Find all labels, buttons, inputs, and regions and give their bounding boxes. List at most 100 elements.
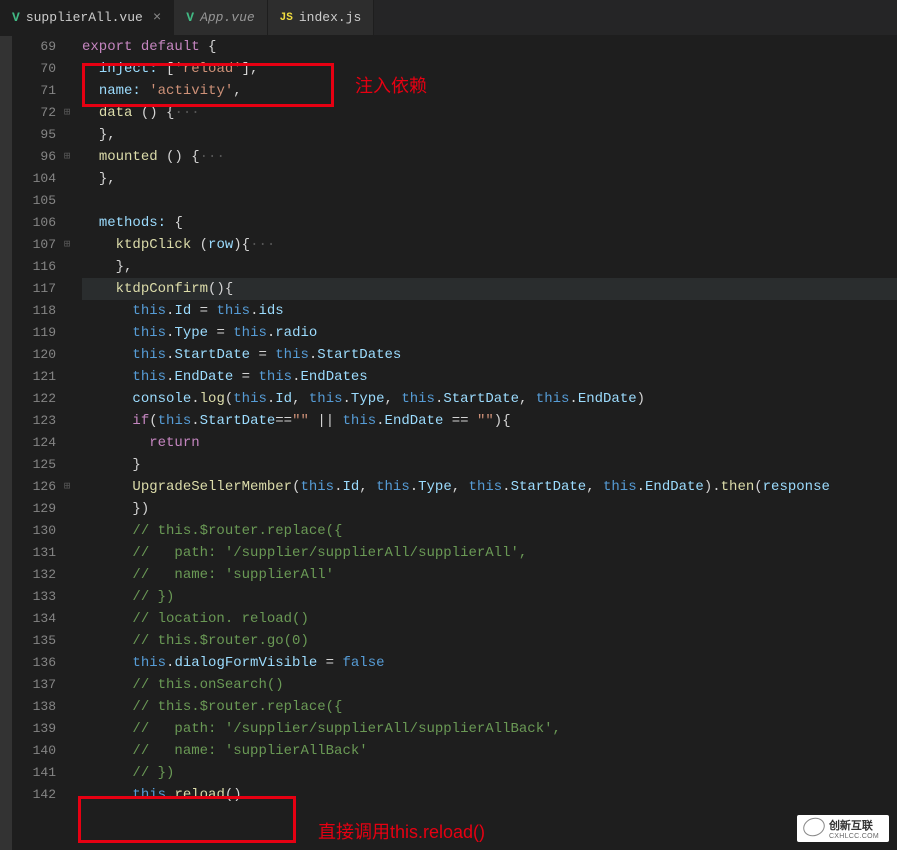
code-line[interactable]: // name: 'supplierAll': [82, 564, 897, 586]
code-line[interactable]: inject: ['reload'],: [82, 58, 897, 80]
line-number[interactable]: 125: [12, 454, 56, 476]
code-line[interactable]: this.reload(): [82, 784, 897, 806]
code-line[interactable]: },: [82, 124, 897, 146]
code-line[interactable]: // this.$router.replace({: [82, 520, 897, 542]
line-number[interactable]: 95: [12, 124, 56, 146]
fold-icon[interactable]: ⊞: [58, 146, 76, 168]
line-number[interactable]: 129: [12, 498, 56, 520]
code-line[interactable]: // path: '/supplier/supplierAll/supplier…: [82, 718, 897, 740]
line-number[interactable]: 136: [12, 652, 56, 674]
tab-App-vue[interactable]: VApp.vue: [174, 0, 267, 35]
line-number[interactable]: 116: [12, 256, 56, 278]
vue-icon: V: [12, 10, 20, 25]
code-line[interactable]: this.Id = this.ids: [82, 300, 897, 322]
code-line[interactable]: }): [82, 498, 897, 520]
line-number[interactable]: 117: [12, 278, 56, 300]
line-number[interactable]: 96: [12, 146, 56, 168]
fold-spacer: [58, 762, 76, 784]
watermark-sub: CXHLCC.COM: [829, 833, 879, 840]
line-number[interactable]: 106: [12, 212, 56, 234]
code-line[interactable]: // path: '/supplier/supplierAll/supplier…: [82, 542, 897, 564]
code-line[interactable]: this.StartDate = this.StartDates: [82, 344, 897, 366]
code-line[interactable]: UpgradeSellerMember(this.Id, this.Type, …: [82, 476, 897, 498]
line-number[interactable]: 69: [12, 36, 56, 58]
line-number[interactable]: 121: [12, 366, 56, 388]
tab-index-js[interactable]: JSindex.js: [268, 0, 375, 35]
line-number[interactable]: 120: [12, 344, 56, 366]
tab-bar: VsupplierAll.vue×VApp.vueJSindex.js: [0, 0, 897, 36]
line-number[interactable]: 135: [12, 630, 56, 652]
code-line[interactable]: mounted () {···: [82, 146, 897, 168]
code-line[interactable]: // this.onSearch(): [82, 674, 897, 696]
fold-spacer: [58, 498, 76, 520]
code-line[interactable]: },: [82, 256, 897, 278]
close-icon[interactable]: ×: [153, 10, 161, 26]
line-number[interactable]: 105: [12, 190, 56, 212]
fold-spacer: [58, 278, 76, 300]
fold-spacer: [58, 608, 76, 630]
line-number[interactable]: 124: [12, 432, 56, 454]
code-line[interactable]: this.EndDate = this.EndDates: [82, 366, 897, 388]
js-icon: JS: [280, 12, 293, 24]
code-line[interactable]: },: [82, 168, 897, 190]
code-line[interactable]: // this.$router.go(0): [82, 630, 897, 652]
line-number[interactable]: 118: [12, 300, 56, 322]
line-number[interactable]: 137: [12, 674, 56, 696]
code-line[interactable]: return: [82, 432, 897, 454]
code-line[interactable]: data () {···: [82, 102, 897, 124]
code-area[interactable]: export default { inject: ['reload'], nam…: [76, 36, 897, 850]
line-number[interactable]: 107: [12, 234, 56, 256]
line-number[interactable]: 132: [12, 564, 56, 586]
code-line[interactable]: name: 'activity',: [82, 80, 897, 102]
fold-spacer: [58, 168, 76, 190]
fold-spacer: [58, 322, 76, 344]
fold-spacer: [58, 454, 76, 476]
line-number[interactable]: 138: [12, 696, 56, 718]
fold-spacer: [58, 674, 76, 696]
line-number[interactable]: 140: [12, 740, 56, 762]
line-number[interactable]: 134: [12, 608, 56, 630]
code-line[interactable]: // name: 'supplierAllBack': [82, 740, 897, 762]
fold-spacer: [58, 432, 76, 454]
line-number[interactable]: 123: [12, 410, 56, 432]
editor-body: 6970717295961041051061071161171181191201…: [0, 36, 897, 850]
code-line[interactable]: // this.$router.replace({: [82, 696, 897, 718]
line-number[interactable]: 133: [12, 586, 56, 608]
line-number[interactable]: 131: [12, 542, 56, 564]
code-line[interactable]: ktdpClick (row){···: [82, 234, 897, 256]
line-number[interactable]: 70: [12, 58, 56, 80]
fold-spacer: [58, 542, 76, 564]
fold-icon[interactable]: ⊞: [58, 102, 76, 124]
code-line[interactable]: ktdpConfirm(){: [82, 278, 897, 300]
code-line[interactable]: export default {: [82, 36, 897, 58]
code-line[interactable]: this.dialogFormVisible = false: [82, 652, 897, 674]
code-line[interactable]: // }): [82, 586, 897, 608]
line-number[interactable]: 104: [12, 168, 56, 190]
code-line[interactable]: if(this.StartDate=="" || this.EndDate ==…: [82, 410, 897, 432]
line-number[interactable]: 139: [12, 718, 56, 740]
tab-label: App.vue: [200, 10, 255, 25]
code-line[interactable]: console.log(this.Id, this.Type, this.Sta…: [82, 388, 897, 410]
fold-spacer: [58, 80, 76, 102]
line-number[interactable]: 119: [12, 322, 56, 344]
line-number[interactable]: 130: [12, 520, 56, 542]
code-line[interactable]: // }): [82, 762, 897, 784]
line-number[interactable]: 72: [12, 102, 56, 124]
fold-spacer: [58, 124, 76, 146]
fold-spacer: [58, 36, 76, 58]
line-number[interactable]: 122: [12, 388, 56, 410]
line-number[interactable]: 71: [12, 80, 56, 102]
code-line[interactable]: }: [82, 454, 897, 476]
line-number[interactable]: 141: [12, 762, 56, 784]
fold-icon[interactable]: ⊞: [58, 234, 76, 256]
line-number[interactable]: 126: [12, 476, 56, 498]
fold-icon[interactable]: ⊞: [58, 476, 76, 498]
watermark-main: 创新互联: [829, 817, 879, 833]
fold-spacer: [58, 58, 76, 80]
tab-supplierAll-vue[interactable]: VsupplierAll.vue×: [0, 0, 174, 35]
code-line[interactable]: methods: {: [82, 212, 897, 234]
line-number[interactable]: 142: [12, 784, 56, 806]
code-line[interactable]: this.Type = this.radio: [82, 322, 897, 344]
code-line[interactable]: [82, 190, 897, 212]
code-line[interactable]: // location. reload(): [82, 608, 897, 630]
